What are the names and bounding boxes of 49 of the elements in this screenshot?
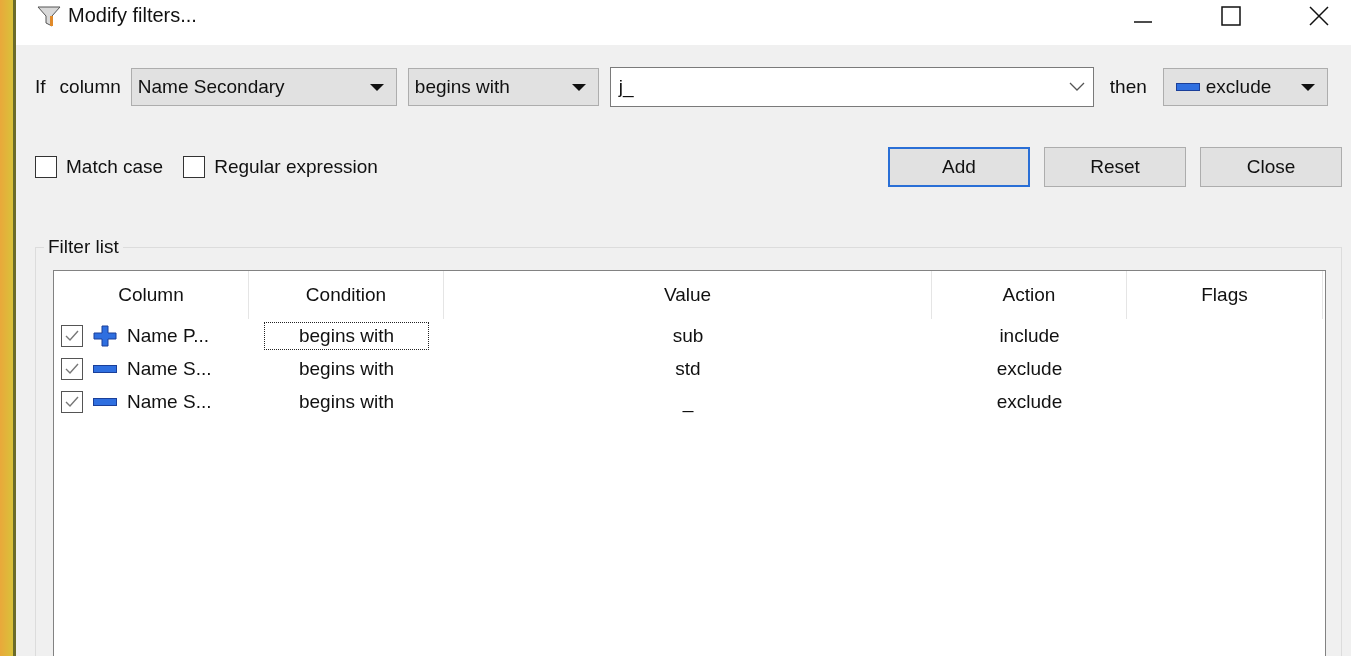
chevron-down-icon (1068, 82, 1085, 92)
minus-icon (93, 363, 117, 374)
column-header[interactable]: Condition (249, 271, 444, 319)
maximize-icon[interactable] (1221, 5, 1241, 26)
row-checkbox[interactable] (61, 357, 83, 380)
column-header[interactable]: Value (444, 271, 932, 319)
if-label: If (35, 76, 46, 98)
table-cell-text: sub (671, 323, 705, 348)
window-title: Modify filters... (68, 4, 197, 27)
caret-icon (1300, 83, 1315, 91)
value-combobox[interactable]: j_ (609, 67, 1094, 107)
table-cell-text: begins with (297, 389, 396, 414)
column-header[interactable]: Action (932, 271, 1127, 319)
table-cell-text: _ (681, 389, 695, 415)
column-dropdown[interactable]: Name Secondary (130, 68, 397, 106)
row-checkbox[interactable] (61, 390, 83, 413)
table-cell: Name S... (127, 357, 212, 380)
checkbox[interactable] (35, 156, 57, 178)
minus-icon (93, 396, 117, 407)
column-label: column (59, 76, 121, 98)
caret-icon (571, 83, 586, 91)
condition-dropdown[interactable]: begins with (407, 68, 599, 106)
close-icon[interactable] (1309, 5, 1329, 26)
filter-icon (36, 3, 62, 28)
table-cell-text: exclude (995, 356, 1064, 381)
checkbox-label: Regular expression (214, 156, 378, 178)
dialog-button[interactable]: Add (888, 147, 1030, 187)
checkbox-label: Match case (66, 156, 164, 178)
checkmark-icon (64, 394, 80, 409)
dialog-button[interactable]: Reset (1044, 147, 1186, 187)
column-header[interactable]: Column (54, 271, 249, 319)
column-header[interactable]: Flags (1127, 271, 1323, 319)
table-cell: begins with (263, 321, 430, 350)
action-dropdown[interactable]: exclude (1162, 68, 1328, 106)
checkmark-icon (64, 361, 80, 376)
table-cell-text: begins with (297, 356, 396, 381)
plus-icon (93, 324, 117, 347)
minus-icon (1175, 82, 1200, 92)
dialog-button[interactable]: Close (1200, 147, 1342, 187)
caret-icon (369, 83, 384, 91)
table-cell-text: exclude (995, 389, 1064, 414)
then-label: then (1109, 76, 1147, 98)
table-cell: Name P... (127, 324, 210, 347)
table-cell-text: include (998, 323, 1061, 348)
row-checkbox[interactable] (61, 324, 83, 347)
checkbox[interactable] (183, 156, 206, 178)
table-cell-text: std (674, 356, 702, 381)
table-cell: Name S... (127, 390, 212, 413)
checkmark-icon (64, 328, 80, 343)
